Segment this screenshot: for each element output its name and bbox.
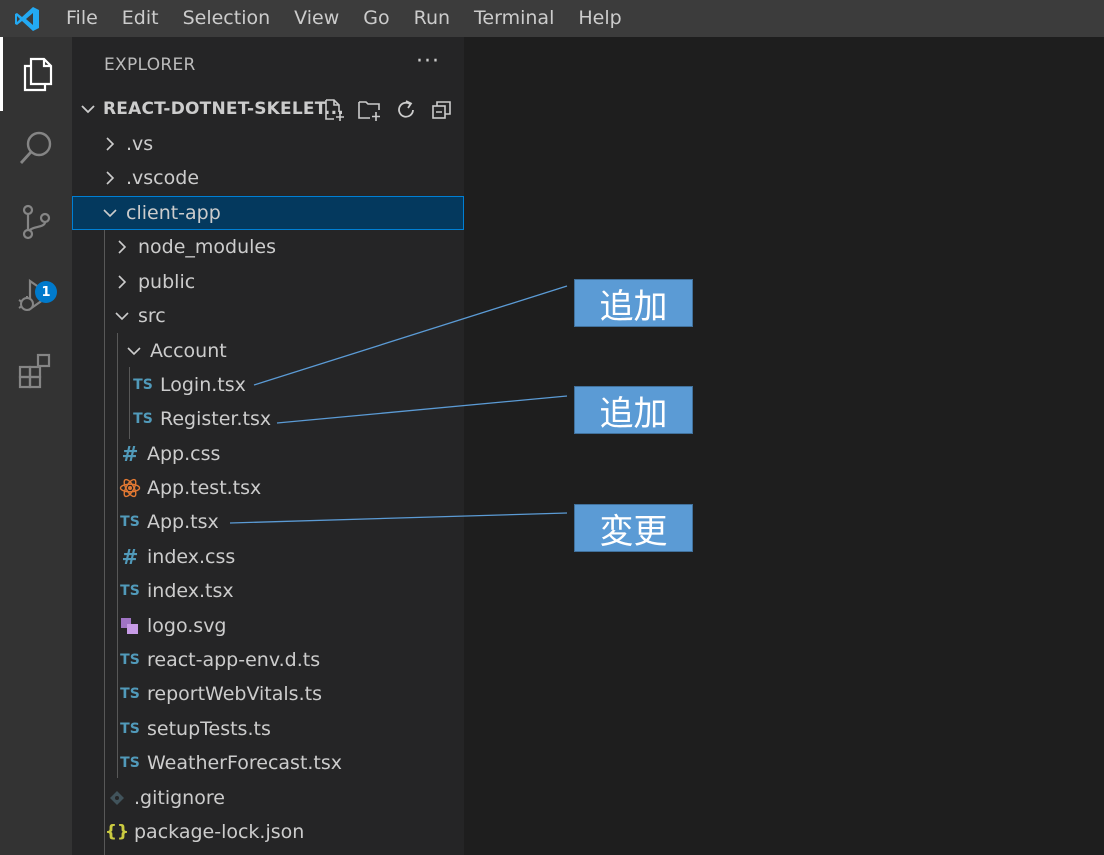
annotation-added-register: 追加	[574, 386, 693, 434]
annotation-added-login: 追加	[574, 279, 693, 327]
annotation-lines	[229, 285, 568, 524]
annotation-line-login	[253, 285, 568, 386]
annotation-line-app	[229, 512, 568, 524]
annotation-line-register	[276, 395, 568, 424]
annotation-changed-app: 変更	[574, 504, 693, 552]
